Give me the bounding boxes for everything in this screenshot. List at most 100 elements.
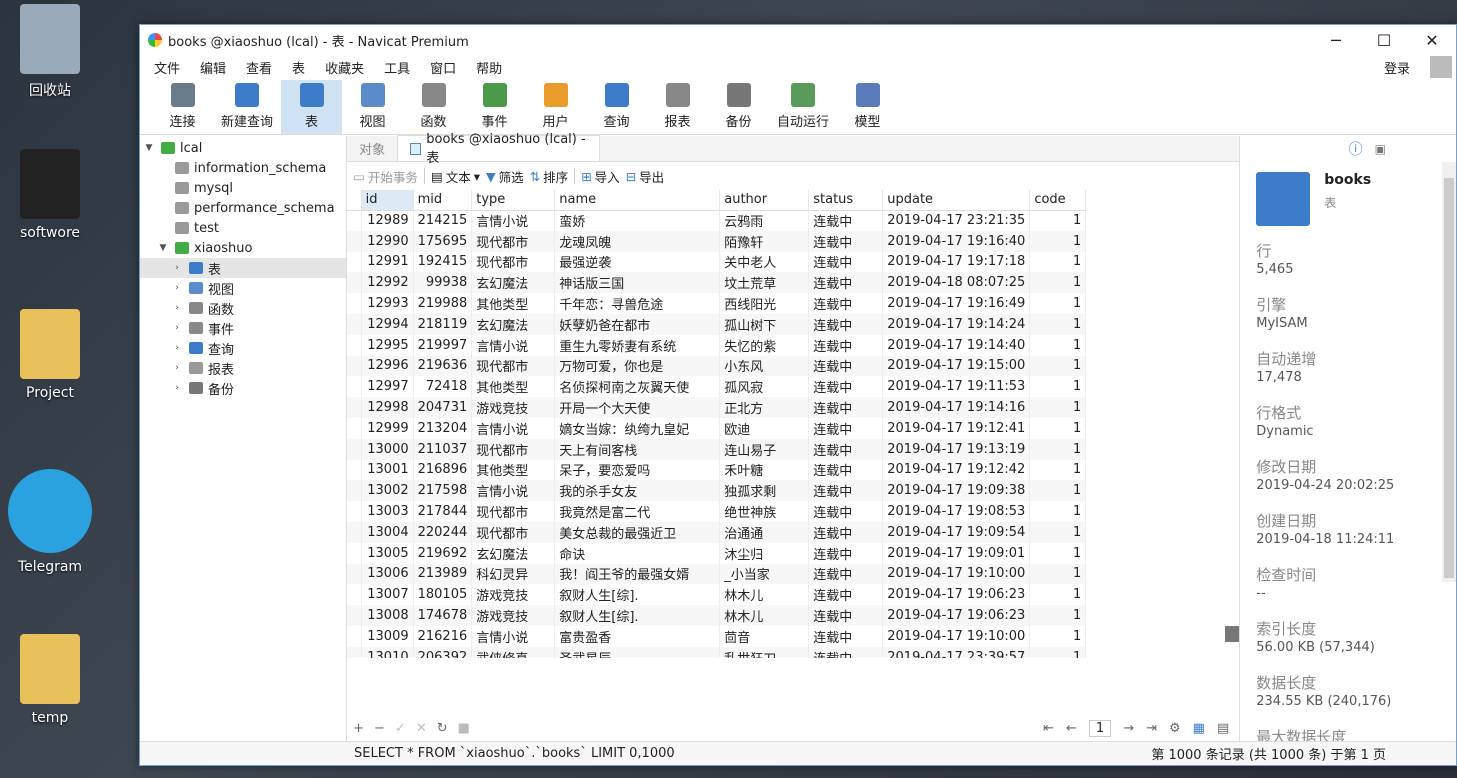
cell-name[interactable]: 叙财人生[综]. bbox=[554, 605, 721, 626]
cell-mid[interactable]: 213989 bbox=[413, 563, 473, 585]
cell-id[interactable]: 13007 bbox=[361, 584, 414, 606]
cell-id[interactable]: 12991 bbox=[361, 251, 414, 273]
cell-type[interactable]: 言情小说 bbox=[471, 480, 556, 502]
cell-status[interactable]: 连载中 bbox=[808, 438, 884, 460]
cell-status[interactable]: 连载中 bbox=[808, 563, 884, 585]
cell-update[interactable]: 2019-04-17 19:06:23 bbox=[882, 605, 1031, 626]
cell-type[interactable]: 其他类型 bbox=[471, 293, 556, 314]
cell-id[interactable]: 12994 bbox=[361, 313, 414, 335]
cell-code[interactable]: 1 bbox=[1029, 646, 1087, 658]
cell-mid[interactable]: 211037 bbox=[413, 438, 473, 460]
column-header-type[interactable]: type bbox=[471, 190, 556, 211]
cell-status[interactable]: 连载中 bbox=[808, 397, 884, 418]
expand-arrow-icon[interactable]: › bbox=[170, 283, 184, 293]
cell-author[interactable]: 关中老人 bbox=[719, 251, 810, 273]
cell-id[interactable]: 12997 bbox=[361, 376, 414, 398]
table-row[interactable]: 12999 213204 言情小说 嫡女当嫁：纨绔九皇妃 欧迪 连载中 2019-04-17… bbox=[347, 417, 1087, 439]
cell-mid[interactable]: 214215 bbox=[413, 210, 473, 231]
cell-id[interactable]: 13003 bbox=[361, 501, 414, 522]
table-row[interactable]: 12998 204731 游戏竞技 开局一个大天使 正北方 连载中 2019-04-17 1… bbox=[347, 397, 1087, 418]
cell-mid[interactable]: 218119 bbox=[413, 313, 473, 335]
column-header-name[interactable]: name bbox=[554, 190, 721, 211]
cell-id[interactable]: 12992 bbox=[361, 272, 414, 294]
grid-vertical-scrollbar[interactable] bbox=[1225, 190, 1240, 658]
cell-mid[interactable]: 206392 bbox=[413, 646, 473, 658]
table-row[interactable]: 13004 220244 现代都市 美女总裁的最强近卫 治通通 连载中 2019-04-17… bbox=[347, 521, 1087, 543]
menu-item[interactable]: 窗口 bbox=[420, 58, 466, 77]
filter-button[interactable]: ▼ 筛选 bbox=[486, 167, 524, 186]
table-row[interactable]: 13007 180105 游戏竞技 叙财人生[综]. 林木儿 连载中 2019-04-17 … bbox=[347, 584, 1087, 606]
cell-type[interactable]: 其他类型 bbox=[471, 376, 556, 398]
cell-type[interactable]: 游戏竞技 bbox=[471, 605, 556, 626]
cell-status[interactable]: 连载中 bbox=[808, 542, 884, 564]
cell-type[interactable]: 玄幻魔法 bbox=[471, 542, 556, 564]
cell-mid[interactable]: 204731 bbox=[413, 397, 473, 418]
menu-item[interactable]: 收藏夹 bbox=[315, 58, 374, 77]
cell-status[interactable]: 连载中 bbox=[808, 293, 884, 314]
table-row[interactable]: 13003 217844 现代都市 我竟然是富二代 绝世神族 连载中 2019-04-17 … bbox=[347, 501, 1087, 522]
desktop-icon-temp[interactable]: temp bbox=[0, 634, 100, 726]
cell-update[interactable]: 2019-04-17 19:09:54 bbox=[882, 521, 1031, 543]
cell-code[interactable]: 1 bbox=[1029, 459, 1087, 481]
cell-mid[interactable]: 217844 bbox=[413, 501, 473, 522]
tree-node[interactable]: test bbox=[140, 218, 346, 238]
expand-arrow-icon[interactable]: › bbox=[170, 323, 184, 333]
table-row[interactable]: 13005 219692 玄幻魔法 命诀 沐尘归 连载中 2019-04-17 19:09:… bbox=[347, 542, 1087, 564]
table-row[interactable]: 13000 211037 现代都市 天上有间客栈 连山易子 连载中 2019-04-17 1… bbox=[347, 438, 1087, 460]
cell-code[interactable]: 1 bbox=[1029, 501, 1087, 522]
cell-id[interactable]: 13002 bbox=[361, 480, 414, 502]
cell-update[interactable]: 2019-04-17 19:06:23 bbox=[882, 584, 1031, 606]
cell-author[interactable]: 西线阳光 bbox=[719, 293, 810, 314]
cell-code[interactable]: 1 bbox=[1029, 397, 1087, 418]
cell-mid[interactable]: 219692 bbox=[413, 542, 473, 564]
cell-type[interactable]: 现代都市 bbox=[471, 521, 556, 543]
cell-mid[interactable]: 192415 bbox=[413, 251, 473, 273]
cell-mid[interactable]: 219988 bbox=[413, 293, 473, 314]
table-row[interactable]: 12992 99938 玄幻魔法 神话版三国 坟土荒草 连载中 2019-04-18 08:… bbox=[347, 272, 1087, 294]
cell-mid[interactable]: 220244 bbox=[413, 521, 473, 543]
desktop-icon-telegram[interactable]: Telegram bbox=[0, 469, 100, 575]
toolbar-report-button[interactable]: 报表 bbox=[647, 80, 708, 134]
cell-code[interactable]: 1 bbox=[1029, 625, 1087, 647]
column-header-update[interactable]: update bbox=[882, 190, 1031, 211]
cell-author[interactable]: 欧迪 bbox=[719, 417, 810, 439]
cell-type[interactable]: 玄幻魔法 bbox=[471, 272, 556, 294]
tree-node[interactable]: performance_schema bbox=[140, 198, 346, 218]
discard-button[interactable]: ✕ bbox=[416, 721, 427, 736]
cell-code[interactable]: 1 bbox=[1029, 293, 1087, 314]
cell-mid[interactable]: 216896 bbox=[413, 459, 473, 481]
cell-id[interactable]: 12998 bbox=[361, 397, 414, 418]
cell-code[interactable]: 1 bbox=[1029, 210, 1087, 231]
cell-status[interactable]: 连载中 bbox=[808, 355, 884, 377]
info-scrollbar[interactable] bbox=[1442, 162, 1456, 582]
cell-code[interactable]: 1 bbox=[1029, 272, 1087, 294]
cell-code[interactable]: 1 bbox=[1029, 438, 1087, 460]
cell-type[interactable]: 玄幻魔法 bbox=[471, 313, 556, 335]
cell-name[interactable]: 叙财人生[综]. bbox=[554, 584, 721, 606]
cell-status[interactable]: 连载中 bbox=[808, 313, 884, 335]
cell-id[interactable]: 13000 bbox=[361, 438, 414, 460]
toolbar-function-button[interactable]: 函数 bbox=[403, 80, 464, 134]
expand-arrow-icon[interactable]: ▼ bbox=[156, 243, 170, 253]
table-row[interactable]: 13010206392武侠修真圣武星辰乱世狂刀连载中2019-04-17 23:… bbox=[347, 646, 1087, 658]
cell-name[interactable]: 我竟然是富二代 bbox=[554, 501, 721, 522]
expand-arrow-icon[interactable]: › bbox=[170, 383, 184, 393]
cell-code[interactable]: 1 bbox=[1029, 521, 1087, 543]
cell-mid[interactable]: 219997 bbox=[413, 334, 473, 356]
cell-mid[interactable]: 213204 bbox=[413, 417, 473, 439]
cell-update[interactable]: 2019-04-17 19:14:40 bbox=[882, 334, 1031, 356]
cell-mid[interactable]: 72418 bbox=[413, 376, 473, 398]
stop-button[interactable]: ■ bbox=[458, 721, 470, 736]
cell-author[interactable]: 小东风 bbox=[719, 355, 810, 377]
tree-node[interactable]: › 事件 bbox=[140, 318, 346, 338]
tree-node[interactable]: › 备份 bbox=[140, 378, 346, 398]
column-header-status[interactable]: status bbox=[808, 190, 884, 211]
cell-id[interactable]: 12996 bbox=[361, 355, 414, 377]
desktop-icon-project[interactable]: Project bbox=[0, 309, 100, 401]
cell-status[interactable]: 连载中 bbox=[808, 646, 884, 658]
login-link[interactable]: 登录 bbox=[1374, 58, 1420, 77]
cell-name[interactable]: 天上有间客栈 bbox=[554, 438, 721, 460]
cell-update[interactable]: 2019-04-17 19:09:38 bbox=[882, 480, 1031, 502]
cell-name[interactable]: 名侦探柯南之灰翼天使 bbox=[554, 376, 721, 398]
scrollbar-thumb[interactable] bbox=[1444, 178, 1454, 578]
